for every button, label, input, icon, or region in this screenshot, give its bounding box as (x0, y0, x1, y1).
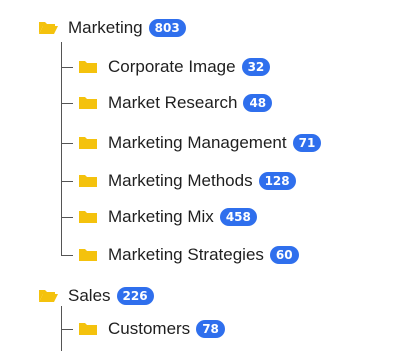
tree-node-marketing-management[interactable]: Marketing Management 71 (78, 129, 322, 157)
folder-icon (78, 321, 98, 337)
folder-open-icon (38, 288, 58, 304)
tree-connector-horizontal (61, 181, 73, 182)
tree-connector-horizontal (61, 217, 73, 218)
node-label: Marketing Management (108, 133, 287, 152)
category-tree: Marketing 803 Corporate Image 32 Market … (0, 0, 406, 351)
count-badge: 226 (116, 287, 154, 305)
count-badge: 60 (269, 246, 299, 264)
folder-icon (78, 247, 98, 263)
tree-node-sales[interactable]: Sales 226 (38, 282, 154, 310)
folder-icon (78, 173, 98, 189)
node-label: Marketing Mix (108, 207, 214, 226)
node-label: Customers (108, 319, 191, 338)
tree-connector-horizontal (61, 103, 73, 104)
folder-open-icon (38, 20, 58, 36)
count-badge: 128 (258, 172, 296, 190)
folder-icon (78, 135, 98, 151)
count-badge: 48 (243, 94, 273, 112)
node-label: Marketing Strategies (108, 245, 264, 264)
tree-connector-horizontal (61, 143, 73, 144)
node-label: Sales (68, 286, 111, 305)
tree-node-corporate-image[interactable]: Corporate Image 32 (78, 53, 271, 81)
node-label: Marketing Methods (108, 171, 253, 190)
tree-connector-horizontal (61, 255, 73, 256)
tree-node-customers[interactable]: Customers 78 (78, 315, 225, 343)
folder-icon (78, 95, 98, 111)
tree-node-marketing-strategies[interactable]: Marketing Strategies 60 (78, 241, 299, 269)
node-label: Marketing (68, 18, 143, 37)
count-badge: 71 (292, 134, 322, 152)
tree-node-marketing-mix[interactable]: Marketing Mix 458 (78, 203, 257, 231)
tree-connector-horizontal (61, 67, 73, 68)
count-badge: 32 (241, 58, 271, 76)
count-badge: 458 (219, 208, 257, 226)
tree-node-marketing-methods[interactable]: Marketing Methods 128 (78, 167, 296, 195)
count-badge: 803 (148, 19, 186, 37)
tree-node-market-research[interactable]: Market Research 48 (78, 89, 273, 117)
tree-connector-vertical (61, 42, 62, 255)
node-label: Corporate Image (108, 57, 236, 76)
folder-icon (78, 59, 98, 75)
tree-node-marketing[interactable]: Marketing 803 (38, 14, 186, 42)
tree-connector-horizontal (61, 329, 73, 330)
folder-icon (78, 209, 98, 225)
node-label: Market Research (108, 93, 238, 112)
count-badge: 78 (196, 320, 225, 338)
